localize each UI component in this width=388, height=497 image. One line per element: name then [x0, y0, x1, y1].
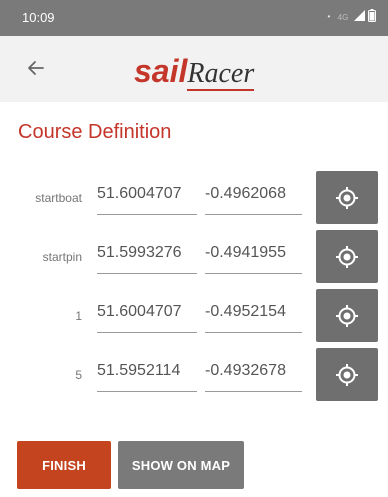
status-time: 10:09	[22, 10, 55, 25]
show-on-map-button[interactable]: SHOW ON MAP	[118, 441, 244, 489]
gps-fixed-icon	[336, 245, 358, 268]
signal-icon	[353, 10, 365, 21]
longitude-input[interactable]: -0.4932678	[205, 356, 302, 392]
latitude-input[interactable]: 51.6004707	[97, 297, 197, 333]
gps-locate-button[interactable]	[316, 171, 378, 224]
mark-row: startpin 51.5993276 -0.4941955	[0, 230, 388, 286]
network-type: 4G	[337, 13, 349, 22]
latitude-input[interactable]: 51.6004707	[97, 179, 197, 215]
longitude-input[interactable]: -0.4941955	[205, 238, 302, 274]
logo-racer-text: Racer	[187, 58, 255, 91]
status-bar: 10:09 • 4G	[0, 0, 388, 36]
mark-row: 1 51.6004707 -0.4952154	[0, 289, 388, 345]
mark-row: startboat 51.6004707 -0.4962068	[0, 171, 388, 227]
battery-icon	[368, 9, 376, 22]
longitude-input[interactable]: -0.4952154	[205, 297, 302, 333]
gps-fixed-icon	[336, 304, 358, 327]
mark-row: 5 51.5952114 -0.4932678	[0, 348, 388, 404]
gps-fixed-icon	[336, 363, 358, 386]
mark-label: startboat	[35, 191, 82, 205]
logo-sail-text: sail	[134, 53, 188, 89]
sailracer-logo: sailRacer	[134, 53, 294, 91]
gps-locate-button[interactable]	[316, 230, 378, 283]
latitude-input[interactable]: 51.5952114	[97, 356, 197, 392]
notification-dot: •	[327, 12, 331, 22]
longitude-input[interactable]: -0.4962068	[205, 179, 302, 215]
app-bar: sailRacer	[0, 36, 388, 102]
mark-label: 1	[75, 309, 82, 323]
latitude-input[interactable]: 51.5993276	[97, 238, 197, 274]
mark-label: 5	[75, 368, 82, 382]
finish-button[interactable]: FINISH	[17, 441, 111, 489]
page-title: Course Definition	[18, 121, 172, 143]
status-icons: • 4G	[327, 9, 376, 23]
gps-fixed-icon	[336, 186, 358, 209]
mark-label: startpin	[42, 250, 82, 264]
gps-locate-button[interactable]	[316, 289, 378, 342]
back-arrow-icon[interactable]	[22, 54, 50, 82]
gps-locate-button[interactable]	[316, 348, 378, 401]
